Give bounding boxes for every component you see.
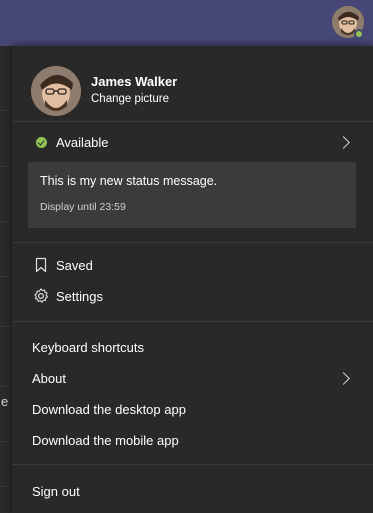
background-partial-text: e — [1, 394, 9, 409]
presence-status-selector[interactable]: Available — [12, 126, 373, 160]
saved-menu-item[interactable]: Saved — [12, 251, 373, 279]
profile-menu: James Walker Change picture Available Th… — [12, 46, 373, 513]
profile-name: James Walker — [91, 74, 178, 89]
saved-label: Saved — [56, 258, 93, 273]
divider — [12, 242, 373, 243]
status-message-expiry: Display until 23:59 — [40, 201, 126, 213]
top-bar — [0, 0, 373, 46]
presence-available-icon — [354, 29, 364, 39]
chevron-right-icon — [337, 136, 350, 149]
bookmark-icon — [33, 257, 49, 273]
about-label: About — [32, 371, 66, 386]
download-desktop-app-label: Download the desktop app — [32, 402, 186, 417]
available-check-icon — [36, 137, 47, 148]
chevron-right-icon — [337, 372, 350, 385]
download-desktop-app-menu-item[interactable]: Download the desktop app — [12, 395, 373, 423]
status-message-text: This is my new status message. — [40, 174, 218, 188]
settings-menu-item[interactable]: Settings — [12, 282, 373, 310]
divider — [12, 321, 373, 322]
divider — [12, 464, 373, 465]
keyboard-shortcuts-label: Keyboard shortcuts — [32, 340, 145, 355]
background-app — [0, 46, 12, 513]
keyboard-shortcuts-menu-item[interactable]: Keyboard shortcuts — [12, 333, 373, 361]
profile-avatar[interactable] — [31, 66, 81, 116]
sign-out-label: Sign out — [32, 484, 80, 499]
change-picture-link[interactable]: Change picture — [91, 93, 169, 105]
about-menu-item[interactable]: About — [12, 364, 373, 392]
sign-out-menu-item[interactable]: Sign out — [12, 477, 373, 505]
status-label: Available — [56, 135, 109, 150]
status-message-box[interactable]: This is my new status message. Display u… — [28, 162, 356, 228]
divider — [12, 121, 373, 122]
settings-label: Settings — [56, 289, 103, 304]
download-mobile-app-menu-item[interactable]: Download the mobile app — [12, 426, 373, 454]
gear-icon — [33, 288, 49, 304]
download-mobile-app-label: Download the mobile app — [32, 433, 179, 448]
